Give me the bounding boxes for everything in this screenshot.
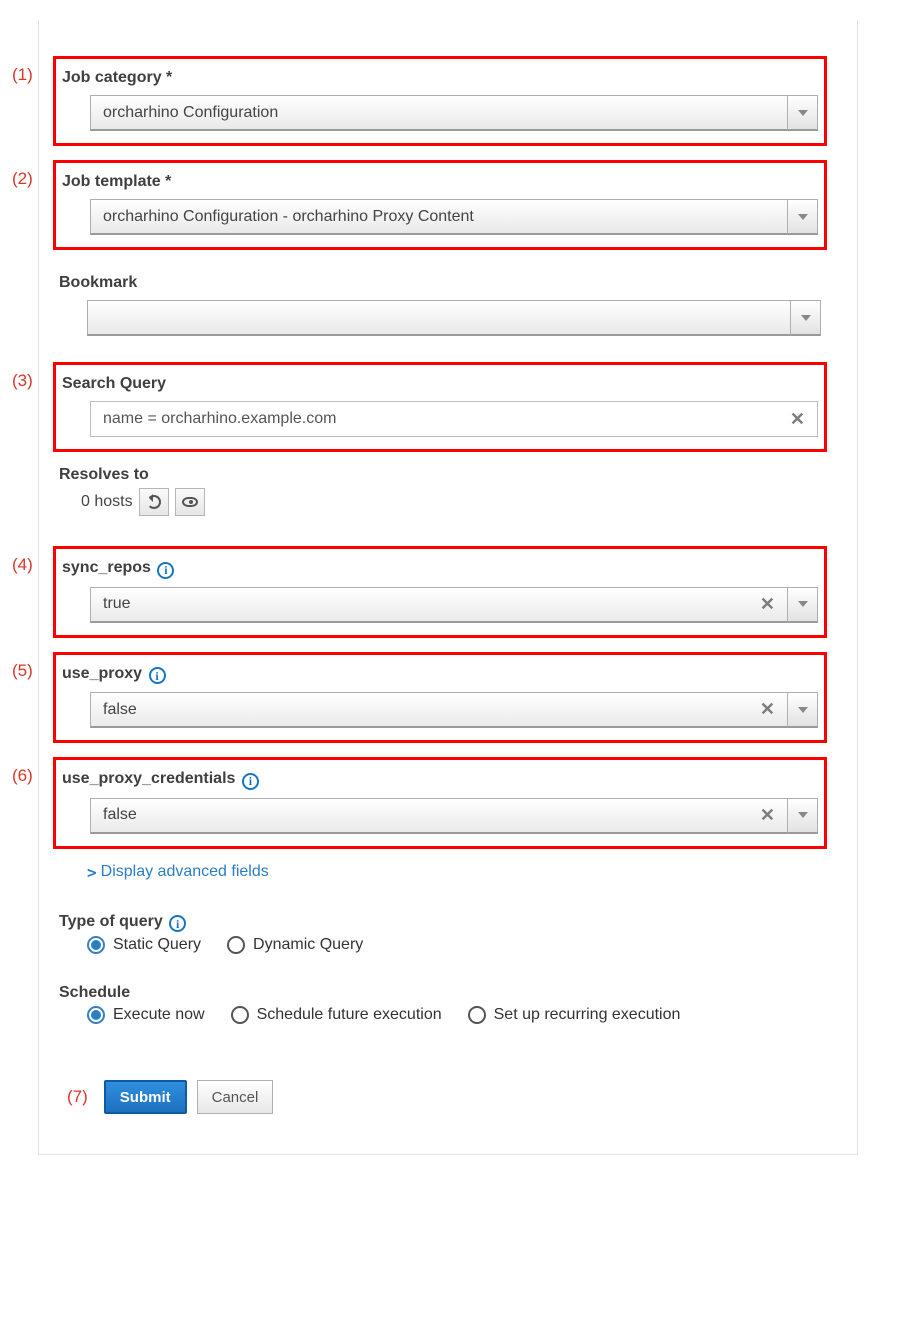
- radio-unselected-icon: [227, 936, 245, 954]
- job-category-select[interactable]: orcharhino Configuration: [90, 95, 788, 131]
- radio-unselected-icon: [468, 1006, 486, 1024]
- use-proxy-credentials-value: false: [103, 806, 137, 824]
- chevron-down-icon: [798, 707, 808, 713]
- use-proxy-credentials-dropdown-toggle[interactable]: [788, 798, 818, 834]
- annotation-4: (4): [12, 555, 33, 575]
- job-template-dropdown-toggle[interactable]: [788, 199, 818, 235]
- job-template-row: (2) Job template * orcharhino Configurat…: [53, 160, 827, 250]
- job-template-label: Job template *: [62, 173, 818, 191]
- eye-icon: [182, 497, 198, 507]
- display-advanced-link[interactable]: > Display advanced fields: [87, 863, 269, 882]
- radio-recurring[interactable]: Set up recurring execution: [468, 1006, 681, 1024]
- search-query-label: Search Query: [62, 375, 818, 393]
- schedule-row: Schedule Execute now Schedule future exe…: [53, 984, 827, 1036]
- radio-static-query[interactable]: Static Query: [87, 936, 201, 954]
- search-query-value: name = orcharhino.example.com: [103, 410, 336, 428]
- bookmark-label: Bookmark: [59, 274, 821, 292]
- use-proxy-select[interactable]: false ✕: [90, 692, 788, 728]
- radio-unselected-icon: [231, 1006, 249, 1024]
- resolves-label: Resolves to: [59, 466, 821, 484]
- close-icon[interactable]: ✕: [760, 805, 775, 826]
- info-icon[interactable]: i: [157, 562, 174, 579]
- use-proxy-credentials-label: use_proxy_credentials i: [62, 770, 818, 790]
- chevron-down-icon: [798, 812, 808, 818]
- type-of-query-label: Type of query i: [59, 913, 821, 933]
- annotation-2: (2): [12, 169, 33, 189]
- radio-schedule-future[interactable]: Schedule future execution: [231, 1006, 442, 1024]
- search-query-input[interactable]: name = orcharhino.example.com ✕: [90, 401, 818, 437]
- schedule-label: Schedule: [59, 984, 821, 1002]
- close-icon[interactable]: ✕: [790, 409, 805, 430]
- button-row: (7) Submit Cancel: [67, 1080, 827, 1114]
- chevron-down-icon: [801, 315, 811, 321]
- submit-button[interactable]: Submit: [104, 1080, 187, 1114]
- job-form-panel: (1) Job category * orcharhino Configurat…: [38, 20, 858, 1155]
- radio-selected-icon: [87, 936, 105, 954]
- cancel-button[interactable]: Cancel: [197, 1080, 274, 1114]
- type-of-query-row: Type of query i Static Query Dynamic Que…: [53, 913, 827, 967]
- bookmark-select[interactable]: [87, 300, 791, 336]
- sync-repos-value: true: [103, 595, 131, 613]
- job-category-value: orcharhino Configuration: [103, 104, 278, 122]
- annotation-1: (1): [12, 65, 33, 85]
- resolves-text: 0 hosts: [81, 493, 133, 511]
- search-query-row: (3) Search Query name = orcharhino.examp…: [53, 362, 827, 452]
- use-proxy-dropdown-toggle[interactable]: [788, 692, 818, 728]
- preview-button[interactable]: [175, 488, 205, 516]
- use-proxy-credentials-select[interactable]: false ✕: [90, 798, 788, 834]
- refresh-button[interactable]: [139, 488, 169, 516]
- advanced-row: > Display advanced fields: [53, 863, 827, 895]
- close-icon[interactable]: ✕: [760, 699, 775, 720]
- radio-dynamic-query[interactable]: Dynamic Query: [227, 936, 363, 954]
- annotation-5: (5): [12, 661, 33, 681]
- chevron-down-icon: [798, 601, 808, 607]
- job-category-row: (1) Job category * orcharhino Configurat…: [53, 56, 827, 146]
- job-category-label: Job category *: [62, 69, 818, 87]
- close-icon[interactable]: ✕: [760, 594, 775, 615]
- annotation-3: (3): [12, 371, 33, 391]
- radio-execute-now[interactable]: Execute now: [87, 1006, 205, 1024]
- chevron-right-icon: >: [87, 863, 97, 882]
- use-proxy-credentials-row: (6) use_proxy_credentials i false ✕: [53, 757, 827, 849]
- radio-selected-icon: [87, 1006, 105, 1024]
- sync-repos-label: sync_repos i: [62, 559, 818, 579]
- bookmark-dropdown-toggle[interactable]: [791, 300, 821, 336]
- chevron-down-icon: [798, 110, 808, 116]
- resolves-row: Resolves to 0 hosts: [53, 466, 827, 528]
- job-category-dropdown-toggle[interactable]: [788, 95, 818, 131]
- chevron-down-icon: [798, 214, 808, 220]
- job-template-select[interactable]: orcharhino Configuration - orcharhino Pr…: [90, 199, 788, 235]
- info-icon[interactable]: i: [169, 915, 186, 932]
- use-proxy-value: false: [103, 701, 137, 719]
- info-icon[interactable]: i: [242, 773, 259, 790]
- sync-repos-row: (4) sync_repos i true ✕: [53, 546, 827, 638]
- info-icon[interactable]: i: [149, 667, 166, 684]
- use-proxy-row: (5) use_proxy i false ✕: [53, 652, 827, 744]
- refresh-icon: [147, 495, 161, 509]
- annotation-6: (6): [12, 766, 33, 786]
- job-template-value: orcharhino Configuration - orcharhino Pr…: [103, 208, 474, 226]
- sync-repos-dropdown-toggle[interactable]: [788, 587, 818, 623]
- use-proxy-label: use_proxy i: [62, 665, 818, 685]
- annotation-7: (7): [67, 1087, 88, 1107]
- advanced-label: Display advanced fields: [101, 863, 269, 881]
- sync-repos-select[interactable]: true ✕: [90, 587, 788, 623]
- bookmark-row: Bookmark: [53, 264, 827, 348]
